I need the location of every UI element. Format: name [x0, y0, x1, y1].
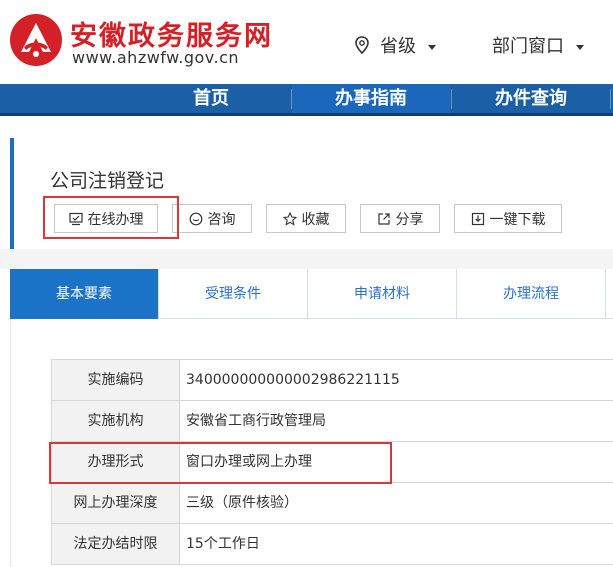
row-value: 15个工作日: [186, 536, 260, 552]
content-border: [10, 319, 11, 567]
download-all-label: 一键下载: [489, 211, 546, 228]
consult-button[interactable]: 咨询: [172, 204, 252, 233]
site-logo-icon[interactable]: [10, 14, 62, 66]
highlight-box-handling-form: [49, 442, 392, 484]
nav-item-home[interactable]: 首页: [132, 84, 290, 113]
department-label: 部门窗口: [492, 36, 564, 57]
tab-acceptance-conditions[interactable]: 受理条件: [159, 269, 308, 319]
table-row: 法定办结时限 15个工作日: [51, 524, 613, 565]
row-label: 网上办理深度: [51, 483, 180, 523]
guide-tabs: 基本要素 受理条件 申请材料 办理流程: [10, 269, 613, 319]
main-nav: 首页 办事指南 办件查询: [0, 84, 613, 116]
favorite-button[interactable]: 收藏: [266, 204, 346, 233]
tab-application-materials[interactable]: 申请材料: [308, 269, 457, 319]
page: 安徽政务服务网 www.ahzwfw.gov.cn 省级 部门窗口 首页 办事指…: [0, 0, 613, 567]
favorite-label: 收藏: [301, 211, 330, 228]
star-icon: [282, 211, 297, 226]
location-pin-icon: [355, 36, 369, 54]
chevron-down-icon: [576, 44, 584, 50]
tab-process-flow[interactable]: 办理流程: [457, 269, 606, 319]
section-gap: [0, 249, 613, 269]
region-label: 省级: [380, 36, 416, 57]
highlight-box-online-apply: [43, 196, 179, 239]
nav-item-guide[interactable]: 办事指南: [292, 84, 450, 113]
consult-label: 咨询: [207, 211, 236, 228]
tab-basic-elements[interactable]: 基本要素: [10, 269, 159, 319]
row-value: 安徽省工商行政管理局: [186, 413, 326, 429]
table-row: 实施编码 340000000000002986221115: [51, 360, 613, 401]
row-label: 法定办结时限: [51, 524, 180, 564]
page-title: 公司注销登记: [50, 170, 165, 192]
nav-item-query[interactable]: 办件查询: [452, 84, 610, 113]
chevron-down-icon: [428, 44, 436, 50]
department-selector[interactable]: 部门窗口: [492, 32, 584, 58]
table-row: 网上办理深度 三级（原件核验）: [51, 483, 613, 524]
region-selector[interactable]: 省级: [354, 32, 436, 58]
table-row: 实施机构 安徽省工商行政管理局: [51, 401, 613, 442]
site-header: 安徽政务服务网 www.ahzwfw.gov.cn 省级 部门窗口: [0, 0, 613, 84]
download-all-button[interactable]: 一键下载: [454, 204, 562, 233]
site-url: www.ahzwfw.gov.cn: [72, 48, 240, 67]
share-icon: [377, 212, 390, 225]
row-value: 三级（原件核验）: [186, 495, 298, 511]
row-label: 实施机构: [51, 401, 180, 441]
download-icon: [471, 212, 484, 225]
service-header: 公司注销登记 在线办理 咨询 收藏 分享 一键下载: [10, 138, 613, 249]
row-label: 实施编码: [51, 360, 180, 400]
share-button[interactable]: 分享: [360, 204, 440, 233]
chat-icon: [189, 212, 202, 225]
nav-divider: [610, 89, 611, 109]
share-label: 分享: [395, 211, 424, 228]
row-value: 340000000000002986221115: [186, 372, 400, 388]
